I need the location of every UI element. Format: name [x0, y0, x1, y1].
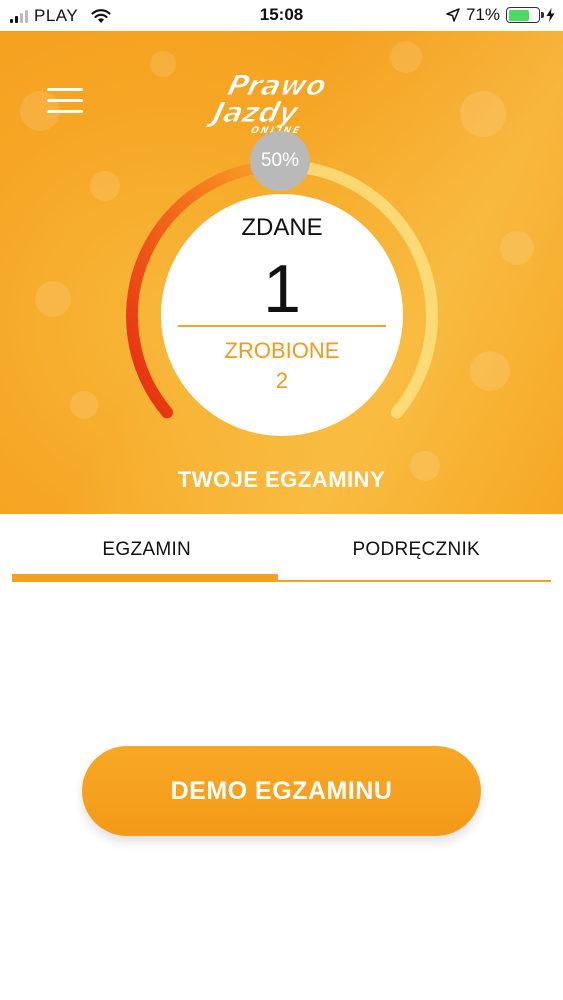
percent-badge: 50% [250, 131, 310, 191]
battery-cap [541, 12, 544, 18]
battery-icon [506, 7, 544, 23]
bokeh-decoration [90, 171, 120, 201]
charging-bolt-icon [546, 8, 555, 22]
stats-hero: Prawo Jazdy ONLINE ZDANE 1 ZROBIONE 2 50… [0, 31, 563, 514]
percent-value: 50% [260, 150, 300, 171]
result-circle: ZDANE 1 ZROBIONE 2 [161, 194, 403, 436]
demo-exam-button[interactable]: DEMO EGZAMINU [82, 746, 481, 836]
done-count: 2 [275, 368, 289, 393]
tab-bar: EGZAMIN PODRĘCZNIK [12, 514, 551, 584]
divider [178, 325, 386, 327]
tab-label: PODRĘCZNIK [352, 539, 481, 560]
done-label: ZROBIONE [224, 338, 340, 363]
logo-text-line2: Jazdy [205, 96, 303, 128]
bokeh-decoration [500, 231, 534, 265]
hamburger-menu-icon [47, 88, 83, 113]
bokeh-decoration [470, 351, 510, 391]
menu-button[interactable] [47, 88, 83, 114]
tab-podrecznik[interactable]: PODRĘCZNIK [282, 514, 552, 584]
app-logo: Prawo Jazdy ONLINE [205, 69, 330, 136]
bokeh-decoration [70, 391, 98, 419]
status-right: 71% [446, 5, 555, 25]
bokeh-decoration [460, 91, 506, 137]
section-title: TWOJE EGZAMINY [177, 467, 386, 492]
bokeh-decoration [35, 281, 71, 317]
battery-fill [508, 9, 530, 21]
tab-label: EGZAMIN [102, 539, 192, 560]
battery-percent: 71% [465, 5, 500, 24]
bokeh-decoration [390, 41, 422, 73]
bokeh-decoration [150, 51, 176, 77]
location-arrow-icon [446, 8, 460, 22]
tab-active-indicator [12, 574, 278, 582]
status-bar: PLAY 15:08 71% [0, 0, 563, 31]
passed-label: ZDANE [241, 214, 323, 241]
passed-count: 1 [263, 251, 301, 327]
